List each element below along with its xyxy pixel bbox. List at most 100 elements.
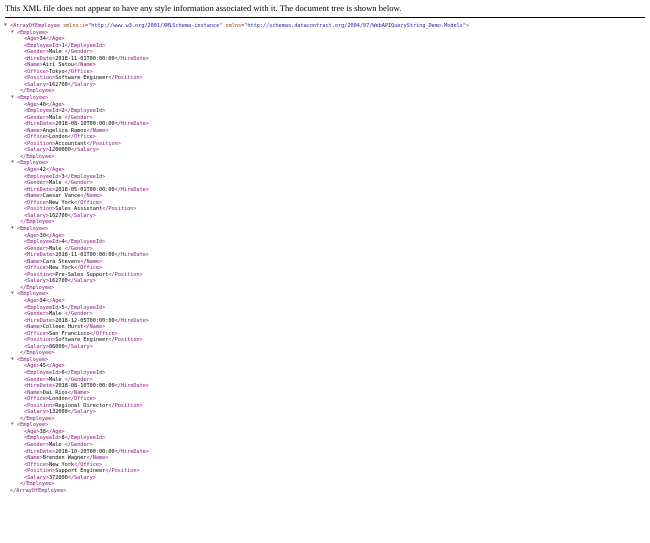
tag-name: <Employee> bbox=[17, 160, 49, 167]
tag-close: </Gender> bbox=[64, 180, 93, 187]
field-value: Accountant bbox=[55, 140, 87, 147]
tag-close: </EmployeeId> bbox=[64, 42, 106, 49]
tag-open: <Office> bbox=[24, 461, 49, 468]
tag-close: </HireDate> bbox=[114, 252, 149, 259]
field-value: Dai Rios bbox=[42, 389, 68, 396]
field-value: New York bbox=[49, 265, 74, 272]
tag-open: <Salary> bbox=[24, 278, 49, 285]
tag-close: </HireDate> bbox=[114, 317, 149, 324]
tag-open: <Name> bbox=[24, 324, 43, 331]
tag-open: <Age> bbox=[24, 167, 40, 174]
tag-name: <Employee> bbox=[17, 356, 49, 363]
tag-close: </HireDate> bbox=[114, 121, 149, 128]
tag-open: <Age> bbox=[24, 363, 40, 370]
tag-close: </Position> bbox=[108, 402, 143, 409]
tag-name: <Employee> bbox=[17, 29, 49, 36]
field-value: Male bbox=[49, 442, 65, 448]
tag-close: </Age> bbox=[45, 101, 65, 108]
tag-close: </Salary> bbox=[70, 147, 99, 154]
tag-close: </Gender> bbox=[64, 311, 93, 318]
field-value: Software Engineer bbox=[55, 75, 109, 82]
tag-close: </HireDate> bbox=[114, 448, 149, 455]
tag-close: </HireDate> bbox=[114, 55, 149, 62]
tag-close: </Gender> bbox=[64, 245, 93, 252]
tag-open: <Salary> bbox=[24, 81, 49, 88]
field-value: 2018-11-01T00:00:00 bbox=[55, 55, 115, 62]
tag-close: </Position> bbox=[105, 468, 140, 475]
tag-open: <HireDate> bbox=[24, 186, 56, 193]
root-close-tag: </ArrayOfEmployee> bbox=[0, 488, 469, 495]
tag-open: <Name> bbox=[24, 389, 43, 396]
field-value: Tokyo bbox=[49, 68, 65, 75]
field-value: Male bbox=[49, 376, 65, 383]
tag-name: <Employee> bbox=[17, 95, 49, 102]
tag-close: </Gender> bbox=[64, 442, 93, 448]
tag-open: <Name> bbox=[24, 455, 43, 462]
field-value: Male bbox=[49, 114, 65, 121]
tag-open: <EmployeeId> bbox=[24, 239, 62, 246]
tag-open: <Name> bbox=[24, 193, 43, 200]
tag-open: <Office> bbox=[24, 396, 49, 403]
tag-open: <EmployeeId> bbox=[24, 435, 62, 442]
tag-close: </EmployeeId> bbox=[64, 304, 106, 311]
tag-open: <Gender> bbox=[24, 245, 49, 252]
field-value: 162700 bbox=[49, 278, 68, 285]
tag-close: </Salary> bbox=[64, 343, 93, 350]
tag-open: <Age> bbox=[24, 232, 40, 239]
tag-close: </Age> bbox=[45, 297, 65, 304]
tag-open: <EmployeeId> bbox=[24, 369, 62, 376]
tag-open: <Position> bbox=[24, 271, 56, 278]
tag-close: </Name> bbox=[73, 62, 96, 69]
no-style-notice: This XML file does not appear to have an… bbox=[5, 3, 402, 13]
tag-name: <Employee> bbox=[17, 225, 49, 232]
tag-close: </EmployeeId> bbox=[64, 435, 106, 442]
tag-open: <Name> bbox=[24, 62, 43, 69]
tag-close: </Position> bbox=[102, 206, 137, 213]
field-value: 372000 bbox=[49, 474, 68, 481]
tag-open: <Office> bbox=[24, 199, 49, 206]
tag-close: </Name> bbox=[83, 324, 106, 331]
tag-punct: > bbox=[466, 23, 470, 29]
tag-open: <Name> bbox=[24, 127, 43, 134]
field-value: Regional Director bbox=[55, 402, 109, 409]
tag-open: <HireDate> bbox=[24, 252, 56, 259]
tag-close: </HireDate> bbox=[114, 186, 149, 193]
tag-close: </Gender> bbox=[64, 376, 93, 383]
field-value: 162700 bbox=[49, 212, 68, 219]
tag-close: </Salary> bbox=[67, 474, 96, 481]
field-value: Support Engineer bbox=[55, 468, 106, 475]
tag-open: <EmployeeId> bbox=[24, 42, 62, 49]
field-value: 132000 bbox=[49, 409, 68, 416]
tag-close: </Gender> bbox=[64, 114, 93, 121]
tag-open: <HireDate> bbox=[24, 317, 56, 324]
tag-open: <EmployeeId> bbox=[24, 108, 62, 115]
field-value: Angelica Ramos bbox=[42, 127, 87, 134]
tag-close: </EmployeeId> bbox=[64, 239, 106, 246]
field-value: 2018-12-05T00:00:00 bbox=[55, 317, 115, 324]
field-value: London bbox=[49, 396, 68, 403]
field-value: San Francisco bbox=[49, 330, 90, 337]
tag-close: </Salary> bbox=[67, 212, 96, 219]
tag-close: </Age> bbox=[45, 428, 65, 435]
tag-open: <HireDate> bbox=[24, 383, 56, 390]
tag-close: </Name> bbox=[80, 258, 103, 265]
tag-name: </Employee> bbox=[20, 350, 55, 357]
tag-open: <Gender> bbox=[24, 442, 49, 448]
field-value: Male bbox=[49, 311, 65, 318]
tag-close: </Gender> bbox=[64, 49, 93, 56]
field-value: 162700 bbox=[49, 81, 68, 88]
tag-close: </Office> bbox=[74, 265, 103, 272]
tag-close: </Age> bbox=[45, 363, 65, 370]
tag-name: </ArrayOfEmployee> bbox=[10, 487, 67, 494]
tag-open: <EmployeeId> bbox=[24, 304, 62, 311]
field-value: 86000 bbox=[49, 343, 65, 350]
tag-close: </EmployeeId> bbox=[64, 173, 106, 180]
tag-open: <Position> bbox=[24, 206, 56, 213]
tag-name: <Employee> bbox=[17, 422, 49, 429]
tag-close: </Salary> bbox=[67, 81, 96, 88]
tag-close: </Age> bbox=[45, 232, 65, 239]
tag-open: <Age> bbox=[24, 36, 40, 43]
field-value: New York bbox=[49, 461, 74, 468]
field-value: 2018-11-01T00:00:00 bbox=[55, 252, 115, 259]
tag-close: </Office> bbox=[67, 396, 96, 403]
